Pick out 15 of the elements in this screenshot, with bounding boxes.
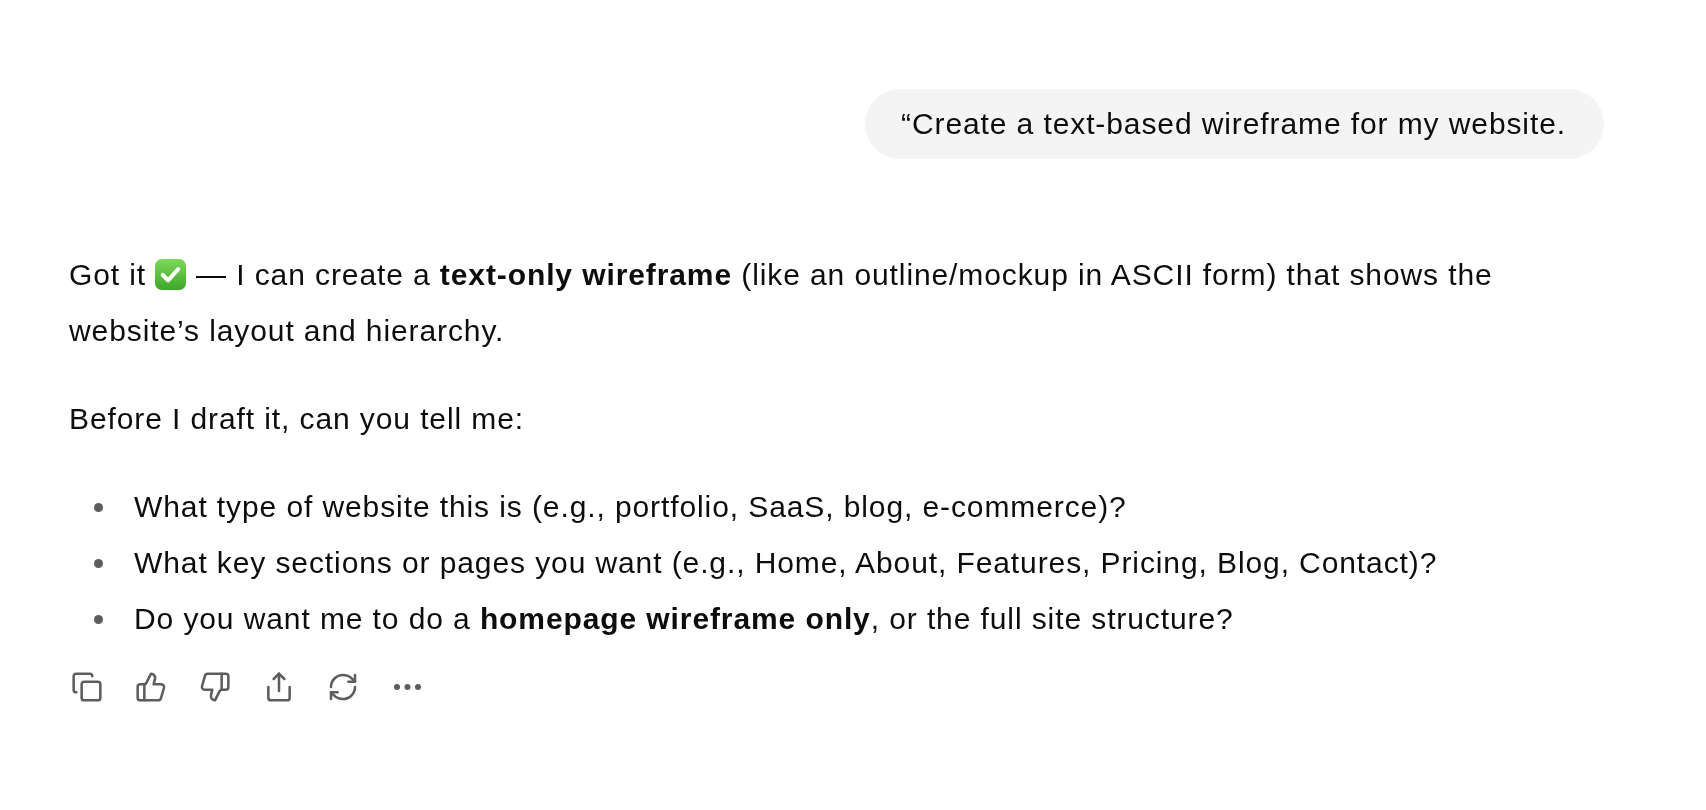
bullet-icon xyxy=(94,502,103,512)
thumbs-up-icon xyxy=(135,671,167,703)
refresh-icon xyxy=(327,671,359,703)
bullet-icon xyxy=(94,558,103,568)
more-icon xyxy=(393,684,421,690)
list-item-text: Do you want me to do a homepage wireframe only, or the full site structure? xyxy=(134,601,1234,637)
thumbs-down-icon xyxy=(199,671,231,703)
list-item-text: What type of website this is (e.g., portfolio, SaaS, blog, e-commerce)? xyxy=(134,489,1127,525)
message-paragraph: Before I draft it, can you tell me: xyxy=(69,401,526,437)
list-item-text: What key sections or pages you want (e.g., Home, About, Features, Pricing, Blog, Contact)? xyxy=(134,545,1438,581)
user-message-bubble: “Create a text-based wireframe for my website. xyxy=(865,89,1604,159)
bullet-icon xyxy=(94,614,103,624)
message-paragraph: Got it — I can create a text-only wireframe (like an outline/mockup in ASCII form) that shows the website’s layout and hierarchy. xyxy=(69,257,1494,349)
copy-icon xyxy=(71,671,103,703)
check-mark-icon xyxy=(155,259,187,290)
